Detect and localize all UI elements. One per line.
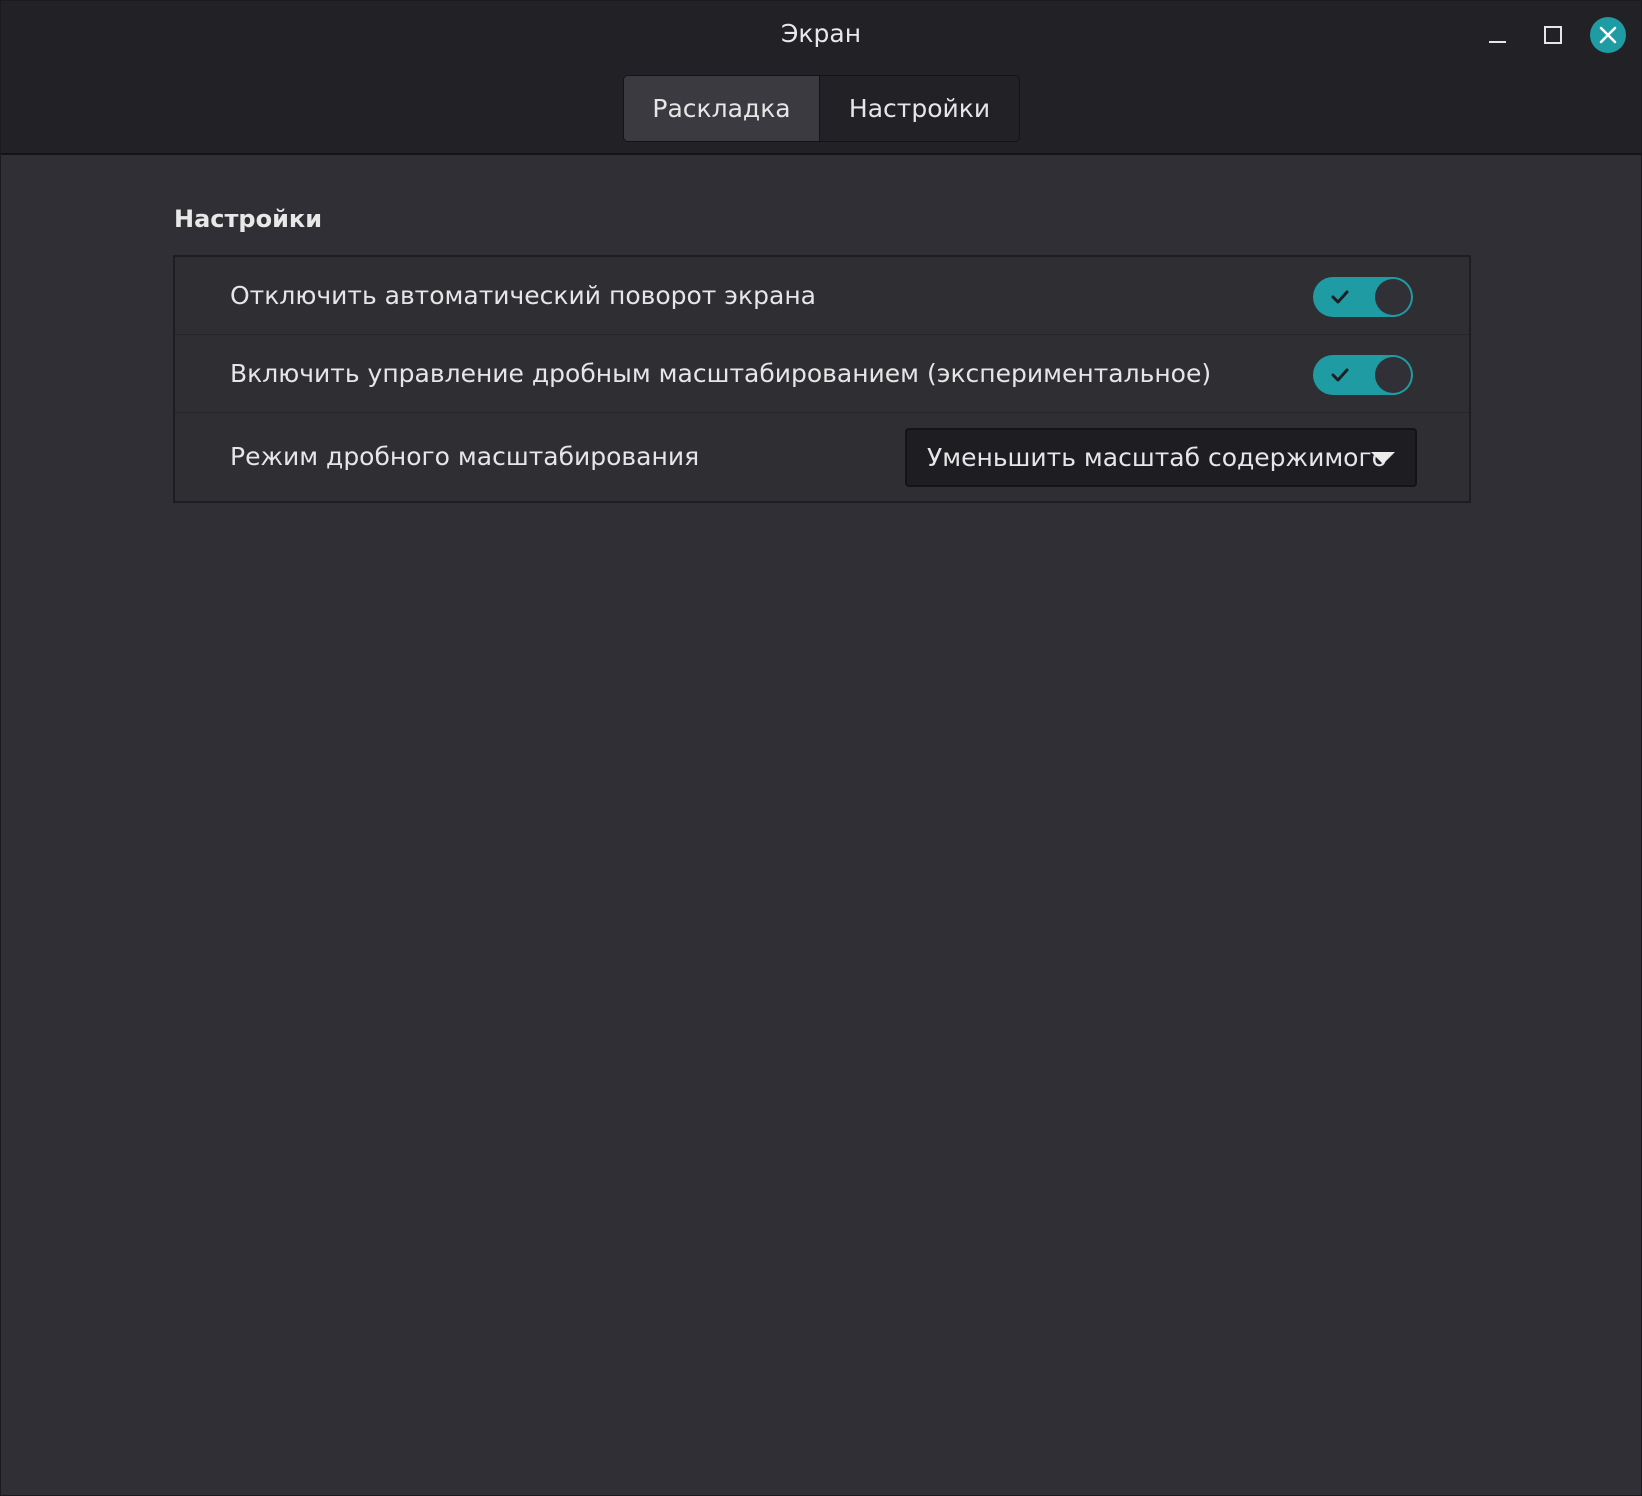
maximize-button[interactable] (1533, 15, 1573, 55)
settings-list: Отключить автоматический поворот экрана … (173, 255, 1471, 503)
check-icon (1331, 290, 1349, 304)
scaling-mode-dropdown[interactable]: Уменьшить масштаб содержимого (905, 428, 1417, 487)
dropdown-value: Уменьшить масштаб содержимого (927, 443, 1387, 472)
section-title: Настройки (174, 205, 323, 233)
close-icon (1590, 17, 1626, 53)
toggle-knob (1375, 279, 1411, 315)
toggle-knob (1375, 357, 1411, 393)
chevron-down-icon (1371, 452, 1395, 464)
header-bar: Экран Раскладка Настройки (1, 1, 1641, 155)
fractional-scaling-toggle[interactable] (1313, 355, 1413, 395)
close-button[interactable] (1588, 15, 1628, 55)
setting-row-scaling-mode: Режим дробного масштабирования Уменьшить… (175, 413, 1469, 501)
minimize-button[interactable] (1477, 15, 1517, 55)
setting-row-disable-auto-rotate: Отключить автоматический поворот экрана (175, 257, 1469, 335)
maximize-icon (1544, 26, 1562, 44)
setting-label: Включить управление дробным масштабирова… (230, 359, 1212, 388)
tab-layout[interactable]: Раскладка (624, 76, 820, 141)
auto-rotate-toggle[interactable] (1313, 277, 1413, 317)
setting-label: Режим дробного масштабирования (230, 442, 700, 471)
setting-row-fractional-scaling: Включить управление дробным масштабирова… (175, 335, 1469, 413)
tab-switcher: Раскладка Настройки (623, 75, 1020, 142)
check-icon (1331, 368, 1349, 382)
minimize-icon (1488, 41, 1506, 43)
settings-window: Экран Раскладка Настройки Настройки Откл… (0, 0, 1642, 1496)
tab-settings[interactable]: Настройки (820, 76, 1019, 141)
setting-label: Отключить автоматический поворот экрана (230, 281, 816, 310)
window-title: Экран (780, 19, 862, 48)
